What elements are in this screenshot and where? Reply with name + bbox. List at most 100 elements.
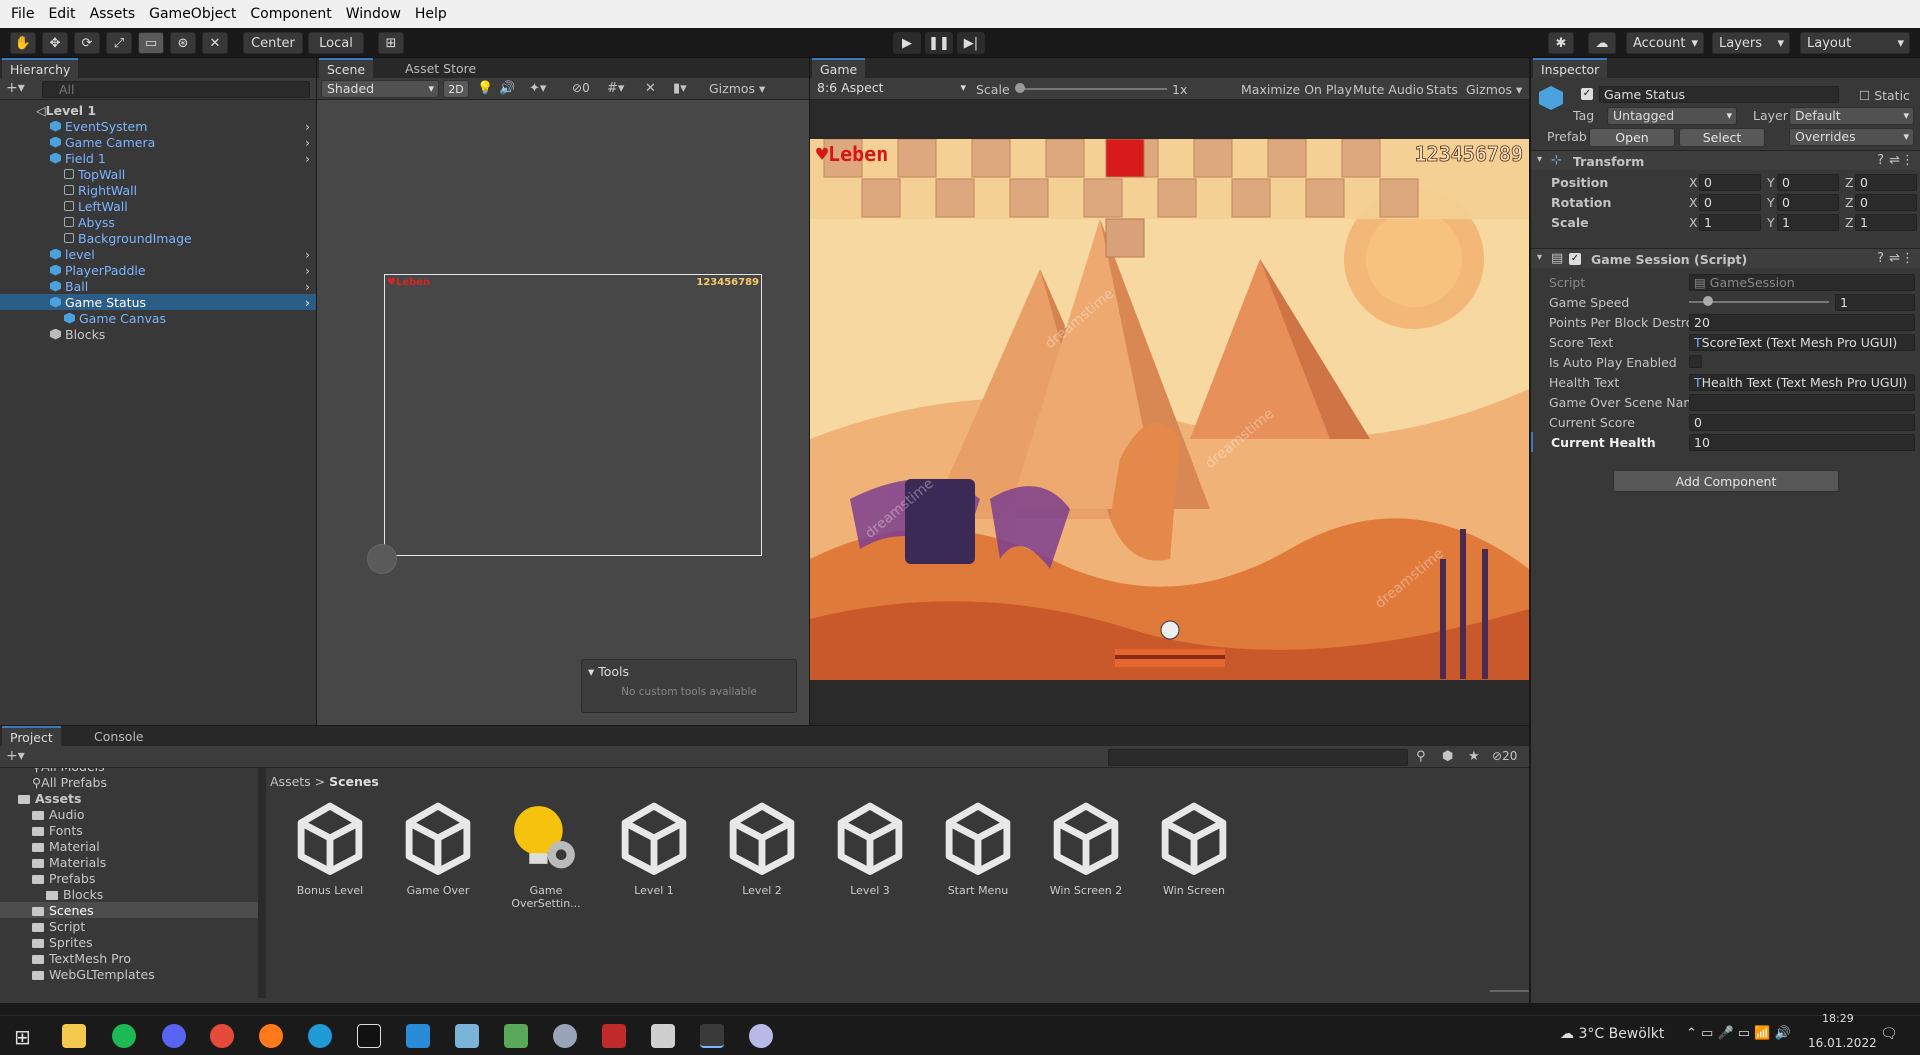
clock-date[interactable]: 16.01.2022 — [1808, 1036, 1877, 1050]
hidden-packages-toggle[interactable]: ⊘20 — [1492, 749, 1517, 763]
step-button[interactable]: ▶| — [957, 32, 985, 54]
hierarchy-search-input[interactable]: All — [42, 81, 310, 98]
scene-gizmo-circle[interactable] — [367, 544, 397, 574]
scale-tool-button[interactable]: ⤢ — [106, 32, 132, 54]
pause-button[interactable]: ❚❚ — [925, 32, 953, 54]
shading-dropdown[interactable]: Shaded — [321, 80, 439, 98]
zoom-slider[interactable] — [1490, 990, 1529, 992]
audio-icon[interactable]: 🔊 — [499, 81, 515, 96]
unity-editor-icon[interactable] — [700, 1024, 724, 1048]
breadcrumb-scenes[interactable]: Scenes — [329, 774, 379, 789]
hierarchy-item[interactable]: Game Camera › — [0, 134, 316, 150]
project-tree-item[interactable]: Scenes — [0, 902, 258, 918]
transform-y-input[interactable]: 0 — [1777, 174, 1839, 191]
tree-scrollbar[interactable] — [258, 768, 266, 998]
preset-icon[interactable]: ⇌ — [1889, 251, 1900, 266]
transform-tool-button[interactable]: ⊛ — [170, 32, 196, 54]
project-tree-item[interactable]: Sprites — [0, 934, 258, 950]
active-checkbox[interactable]: ✓ — [1581, 88, 1593, 100]
notepad-icon[interactable] — [504, 1024, 528, 1048]
discord-icon[interactable] — [162, 1024, 186, 1048]
file-explorer-icon[interactable] — [62, 1024, 86, 1048]
prefab-select-button[interactable]: Select — [1679, 128, 1765, 147]
tab-inspector[interactable]: Inspector — [1533, 58, 1608, 78]
hierarchy-item[interactable]: level › — [0, 246, 316, 262]
score-text-field[interactable]: TScoreText (Text Mesh Pro UGUI) — [1689, 334, 1915, 351]
collab-icon[interactable]: ✱ — [1548, 32, 1574, 54]
asset-item[interactable]: Game Over — [388, 800, 488, 897]
layout-dropdown[interactable]: Layout ▾ — [1800, 32, 1910, 54]
add-icon[interactable]: +▾ — [6, 80, 25, 96]
menu-item-window[interactable]: Window — [339, 6, 408, 22]
transform-z-input[interactable]: 0 — [1855, 194, 1917, 211]
transform-x-input[interactable]: 0 — [1699, 194, 1761, 211]
move-tool-button[interactable]: ✥ — [42, 32, 68, 54]
project-tree-item[interactable]: TextMesh Pro — [0, 950, 258, 966]
project-search-input[interactable] — [1108, 749, 1408, 766]
project-tree-item[interactable]: Script — [0, 918, 258, 934]
hierarchy-item[interactable]: LeftWall — [0, 198, 316, 214]
grid-icon[interactable]: #▾ — [607, 81, 624, 96]
asset-item[interactable]: Bonus Level — [280, 800, 380, 897]
preset-icon[interactable]: ⇌ — [1889, 153, 1900, 168]
windows-start-icon[interactable]: ⊞ — [14, 1025, 31, 1049]
filter-type-icon[interactable]: ⚲ — [1416, 749, 1426, 764]
clock-time[interactable]: 18:29 — [1822, 1012, 1854, 1025]
2d-toggle[interactable]: 2D — [443, 80, 469, 98]
game-session-header[interactable]: ▾ ▤ ✓ Game Session (Script) ? ⇌ ⋮ — [1531, 248, 1920, 268]
spotify-icon[interactable] — [112, 1024, 136, 1048]
hierarchy-item[interactable]: Game Status › — [0, 294, 316, 310]
mute-audio-toggle[interactable]: Mute Audio — [1353, 82, 1424, 97]
help-icon[interactable]: ? — [1877, 153, 1884, 168]
autoplay-checkbox[interactable] — [1689, 355, 1702, 368]
menu-item-component[interactable]: Component — [243, 6, 338, 22]
kebab-menu-icon[interactable]: ⋮ — [1901, 251, 1914, 266]
transform-z-input[interactable]: 0 — [1855, 174, 1917, 191]
project-tree-item[interactable]: Audio — [0, 806, 258, 822]
asset-item[interactable]: Level 2 — [712, 800, 812, 897]
unity-hub-icon[interactable] — [651, 1024, 675, 1048]
hierarchy-item[interactable]: Ball › — [0, 278, 316, 294]
filter-label-icon[interactable]: ⬢ — [1442, 749, 1453, 764]
cloud-icon[interactable]: ☁ — [1588, 32, 1616, 54]
weather-widget[interactable]: ☁ 3°C Bewölkt — [1560, 1026, 1664, 1042]
project-tree-item[interactable]: WebGLTemplates — [0, 966, 258, 982]
menu-item-assets[interactable]: Assets — [83, 6, 143, 22]
chevron-right-icon[interactable]: › — [305, 279, 310, 294]
hierarchy-item[interactable]: EventSystem › — [0, 118, 316, 134]
project-tree-item[interactable]: Material — [0, 838, 258, 854]
maximize-on-play-toggle[interactable]: Maximize On Play — [1241, 82, 1352, 97]
custom-tool-button[interactable]: ✕ — [202, 32, 228, 54]
health-text-field[interactable]: THealth Text (Text Mesh Pro UGUI) — [1689, 374, 1915, 391]
game-render[interactable]: ♥Leben 123456789 dreamstime dreamstime d… — [810, 139, 1529, 680]
rect-tool-button[interactable]: ▭ — [138, 32, 164, 54]
firefox-icon[interactable] — [259, 1024, 283, 1048]
chevron-right-icon[interactable]: › — [305, 135, 310, 150]
grid-snap-button[interactable]: ⊞ — [378, 32, 404, 54]
game-speed-input[interactable]: 1 — [1835, 294, 1915, 311]
chrome-icon[interactable] — [210, 1024, 234, 1048]
chevron-right-icon[interactable]: › — [305, 263, 310, 278]
add-icon[interactable]: +▾ — [6, 748, 25, 764]
tab-asset-store[interactable]: Asset Store — [397, 58, 484, 78]
app-icon[interactable] — [749, 1024, 773, 1048]
transform-x-input[interactable]: 1 — [1699, 214, 1761, 231]
project-tree-item[interactable]: Materials — [0, 854, 258, 870]
lighting-icon[interactable]: 💡 — [477, 81, 493, 96]
menu-item-help[interactable]: Help — [408, 6, 454, 22]
camera-icon[interactable]: ▮▾ — [673, 81, 687, 96]
project-tree-item[interactable]: Fonts — [0, 822, 258, 838]
asset-item[interactable]: Win Screen 2 — [1036, 800, 1136, 897]
overrides-dropdown[interactable]: Overrides — [1789, 128, 1914, 146]
scene-gizmos-dropdown[interactable]: Gizmos ▾ — [709, 81, 765, 96]
project-tree-item[interactable]: Prefabs — [0, 870, 258, 886]
asset-item[interactable]: Game OverSettin... — [496, 800, 596, 910]
hierarchy-item[interactable]: ◁ Level 1 — [0, 102, 316, 118]
tag-dropdown[interactable]: Untagged — [1607, 107, 1737, 125]
current-health-input[interactable]: 10 — [1689, 434, 1915, 451]
app-icon[interactable] — [455, 1024, 479, 1048]
chevron-right-icon[interactable]: › — [305, 295, 310, 310]
transform-header[interactable]: ▾ ⊹ Transform ? ⇌ ⋮ — [1531, 150, 1920, 170]
project-tree-item[interactable]: Blocks — [0, 886, 258, 902]
prefab-open-button[interactable]: Open — [1589, 128, 1675, 147]
